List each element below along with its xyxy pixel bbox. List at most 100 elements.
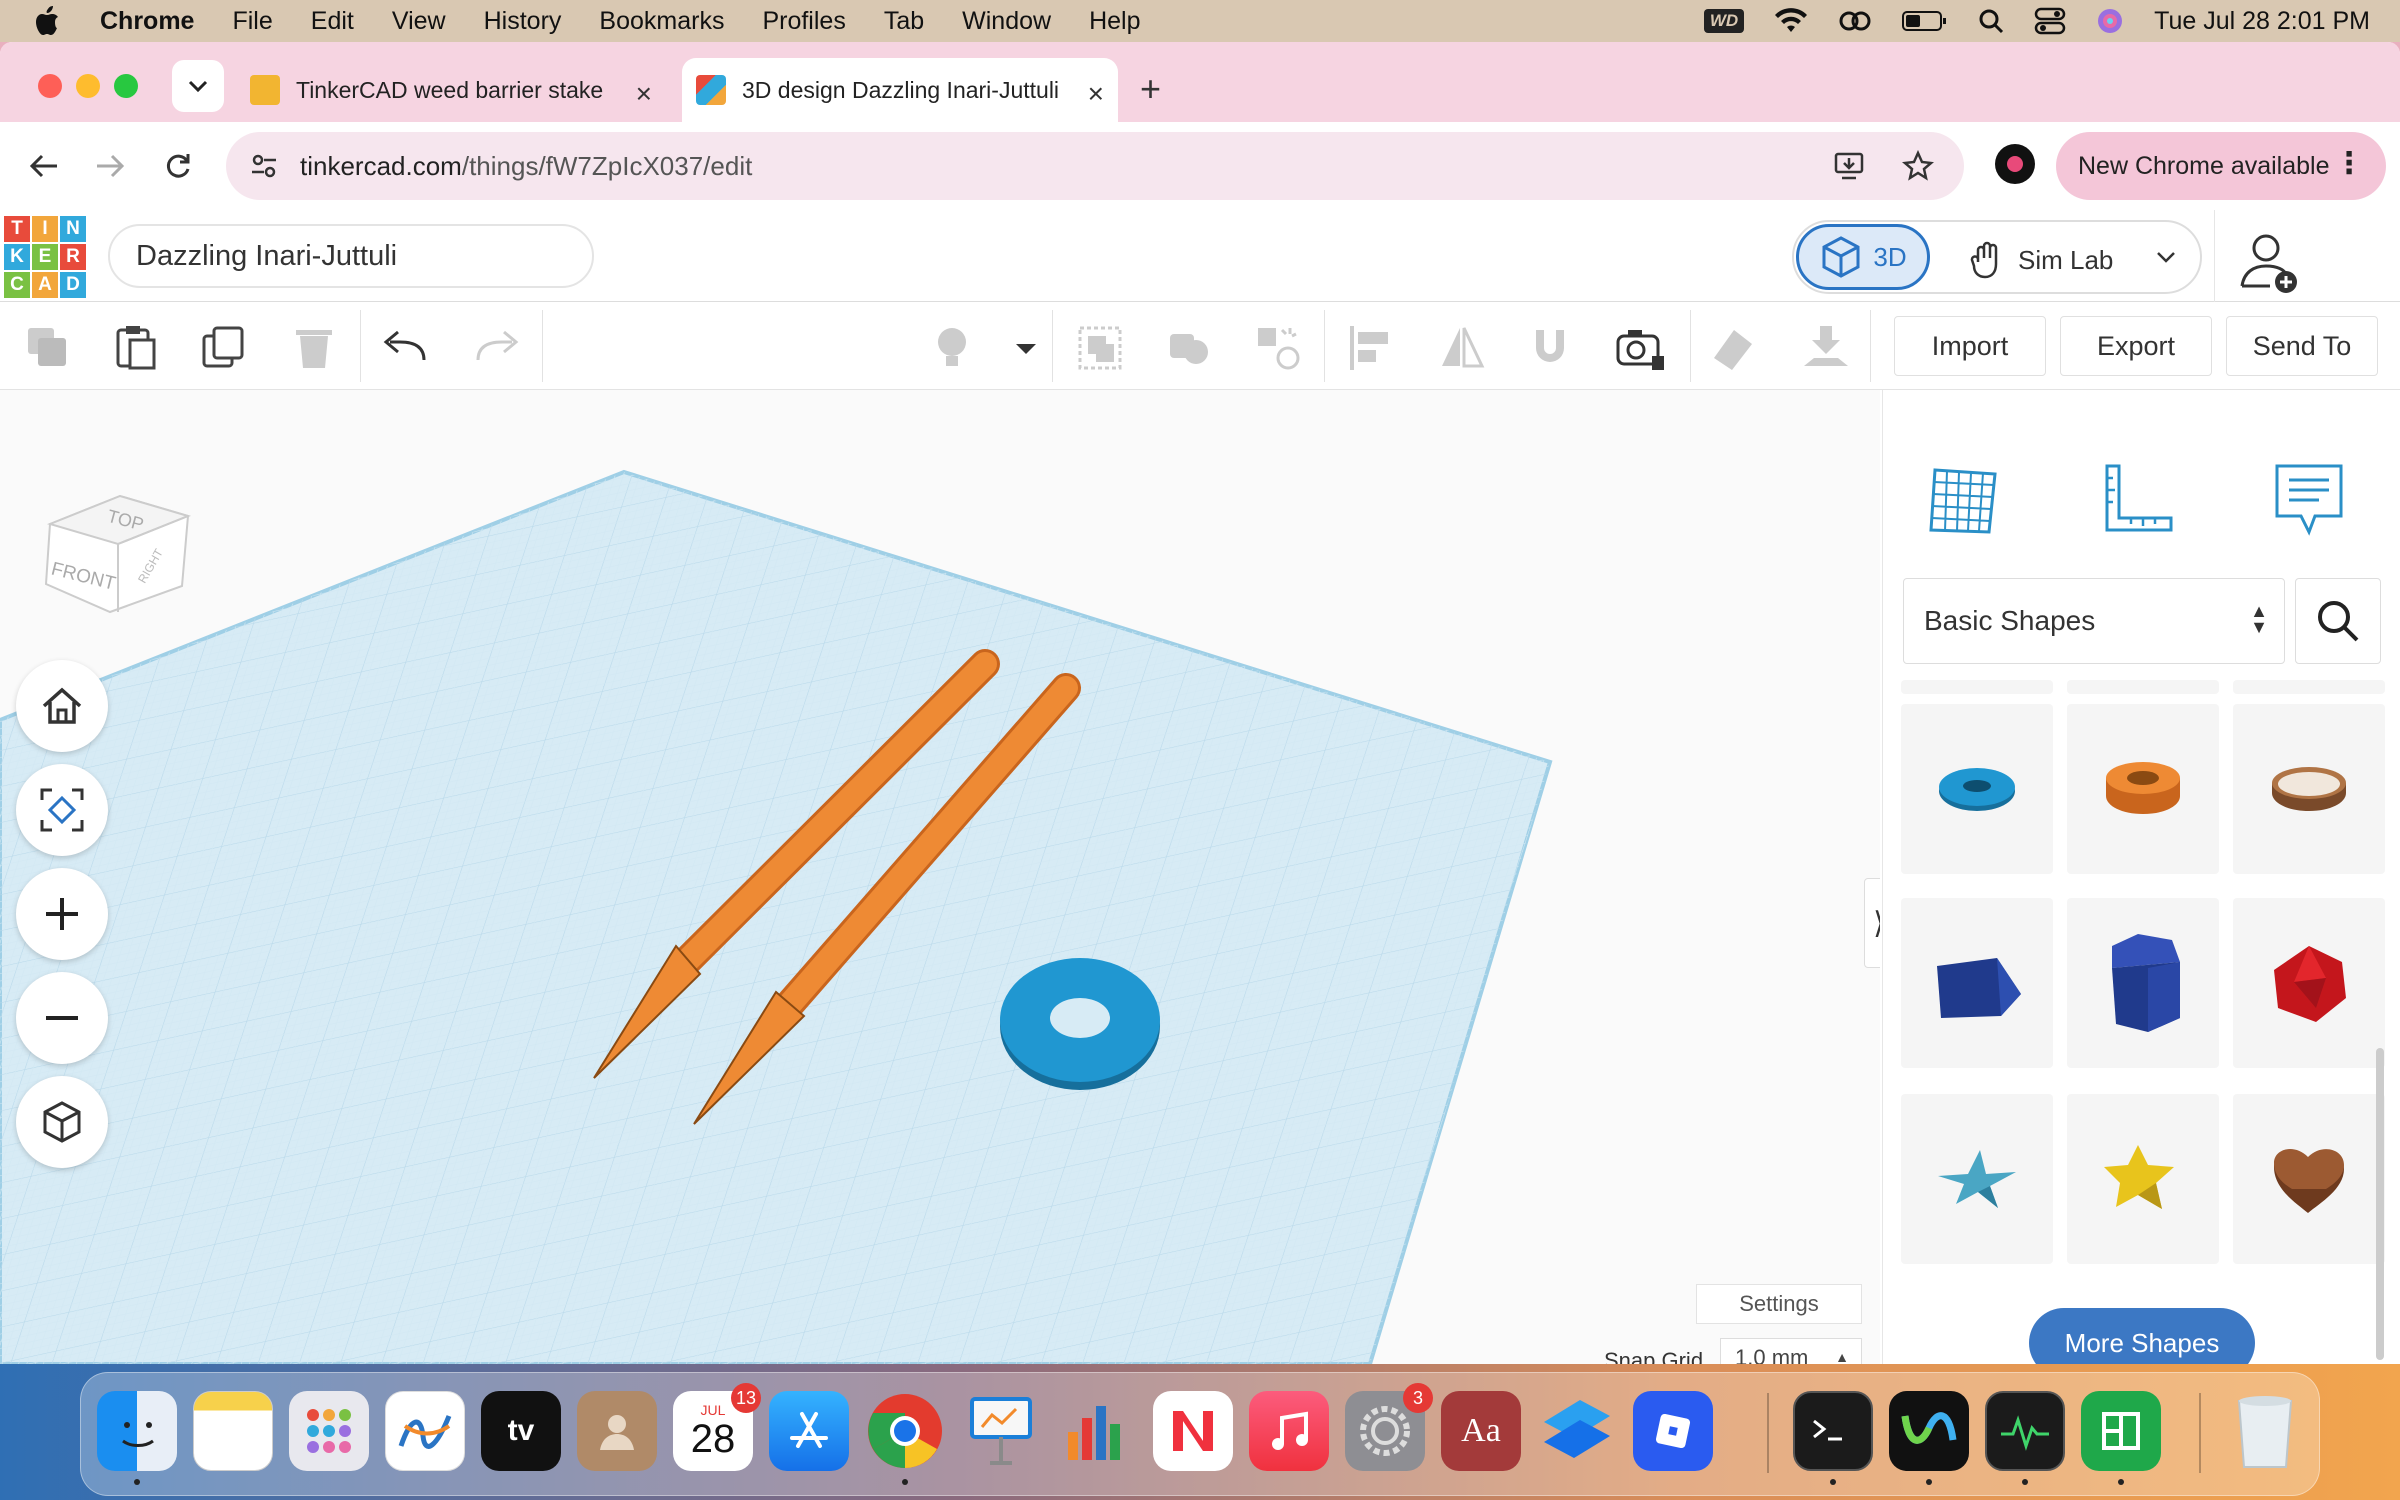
import-button[interactable]: Import [1894, 316, 2046, 376]
cruise-icon[interactable] [1252, 322, 1304, 374]
menubar-clock[interactable]: Tue Jul 28 2:01 PM [2154, 7, 2370, 36]
shape-tube[interactable] [2067, 704, 2219, 874]
microsoft-remote-icon[interactable] [1537, 1391, 1617, 1471]
close-tab-icon[interactable]: × [636, 78, 652, 110]
lightbulb-icon[interactable] [926, 322, 978, 374]
settings-button[interactable]: Settings [1696, 1284, 1862, 1324]
workplane-grid[interactable] [0, 390, 1880, 1364]
menu-bookmarks[interactable]: Bookmarks [599, 7, 724, 36]
wd-drive-icon[interactable]: WD [1703, 9, 1745, 33]
magnet-icon[interactable] [1524, 322, 1576, 374]
app-store-icon[interactable] [769, 1391, 849, 1471]
more-shapes-button[interactable]: More Shapes [2029, 1308, 2255, 1364]
forward-button[interactable] [86, 142, 134, 190]
menu-help[interactable]: Help [1089, 7, 1140, 36]
numbers-icon[interactable] [1057, 1391, 1137, 1471]
siri-icon[interactable] [2096, 7, 2124, 35]
site-info-icon[interactable] [250, 152, 278, 180]
spotlight-search-icon[interactable] [1978, 8, 2004, 34]
keynote-icon[interactable] [961, 1391, 1041, 1471]
back-button[interactable] [20, 142, 68, 190]
install-app-icon[interactable] [1834, 150, 1866, 182]
shape-pentagon-prism[interactable] [2067, 898, 2219, 1068]
launchpad-icon[interactable] [289, 1391, 369, 1471]
menu-app-chrome[interactable]: Chrome [100, 7, 194, 36]
shape-star-teal[interactable] [1901, 1094, 2053, 1264]
shape-tile[interactable] [2233, 680, 2385, 694]
notes-app-icon[interactable] [193, 1391, 273, 1471]
align-icon[interactable] [1346, 322, 1398, 374]
shape-star-yellow[interactable] [2067, 1094, 2219, 1264]
tab-search-button[interactable] [172, 60, 224, 112]
shape-ring[interactable] [2233, 704, 2385, 874]
close-window-button[interactable] [38, 74, 62, 98]
design-name-field[interactable]: Dazzling Inari-Juttuli [108, 224, 594, 288]
torus-shape[interactable] [1000, 958, 1160, 1090]
menu-edit[interactable]: Edit [311, 7, 354, 36]
menu-profiles[interactable]: Profiles [762, 7, 845, 36]
music-icon[interactable] [1249, 1391, 1329, 1471]
workplane-canvas[interactable]: TOP FRONT RIGHT ⟩ Settings Snap Grid 1.0… [0, 390, 1880, 1364]
mode-3d-button[interactable]: 3D [1796, 224, 1930, 290]
trash-icon[interactable] [2225, 1391, 2305, 1471]
undo-icon[interactable] [380, 322, 432, 374]
drop-to-workplane-icon[interactable] [1800, 322, 1852, 374]
terminal-icon[interactable] [1793, 1391, 1873, 1471]
dropdown-arrow-icon[interactable] [1000, 322, 1052, 374]
panel-scrollbar[interactable] [2376, 1048, 2384, 1360]
calendar-icon[interactable]: JUL 28 13 [673, 1383, 761, 1471]
profile-avatar[interactable] [1995, 144, 2035, 184]
shape-torus[interactable] [1901, 704, 2053, 874]
news-icon[interactable] [1153, 1391, 1233, 1471]
shape-tile[interactable] [1901, 680, 2053, 694]
tab-weed-barrier[interactable]: TinkerCAD weed barrier stake × [236, 58, 666, 122]
bookmark-star-icon[interactable] [1902, 150, 1934, 182]
new-chrome-available-button[interactable]: New Chrome available ⋮ [2056, 132, 2386, 200]
delete-icon[interactable] [288, 322, 340, 374]
ruler-icon[interactable] [2097, 460, 2177, 540]
snap-grid-select[interactable]: 1.0 mm ▲ [1720, 1338, 1862, 1364]
reload-button[interactable] [154, 142, 202, 190]
shape-tile[interactable] [2067, 680, 2219, 694]
paste-icon[interactable] [110, 322, 162, 374]
shape-heart[interactable] [2233, 1094, 2385, 1264]
menu-file[interactable]: File [232, 7, 272, 36]
view-cube[interactable]: TOP FRONT RIGHT [36, 482, 196, 642]
home-view-button[interactable] [16, 660, 108, 752]
fit-view-button[interactable] [16, 764, 108, 856]
tab-3d-design[interactable]: 3D design Dazzling Inari-Juttuli × [682, 58, 1118, 122]
notes-icon[interactable] [2269, 460, 2349, 540]
mirror-icon[interactable] [1436, 322, 1488, 374]
workplane-note-icon[interactable] [1708, 322, 1760, 374]
roblox-icon[interactable] [1633, 1391, 1713, 1471]
shape-wedge[interactable] [1901, 898, 2053, 1068]
menu-view[interactable]: View [392, 7, 446, 36]
battery-icon[interactable] [1902, 9, 1948, 33]
wifi-icon[interactable] [1774, 8, 1808, 34]
projection-toggle-button[interactable] [16, 1076, 108, 1168]
zoom-out-button[interactable] [16, 972, 108, 1064]
ungroup-icon[interactable] [1164, 322, 1216, 374]
collapse-panel-button[interactable]: ⟩ [1864, 878, 1880, 968]
send-to-button[interactable]: Send To [2226, 316, 2378, 376]
chevron-down-icon[interactable] [2156, 244, 2176, 270]
shape-icosahedron[interactable] [2233, 898, 2385, 1068]
zoom-in-button[interactable] [16, 868, 108, 960]
new-tab-button[interactable]: + [1140, 68, 1161, 110]
close-tab-icon[interactable]: × [1088, 78, 1104, 110]
add-user-icon[interactable] [2236, 228, 2306, 298]
shape-search-button[interactable] [2295, 578, 2381, 664]
shape-category-select[interactable]: Basic Shapes ▲ ▼ [1903, 578, 2285, 664]
apple-menu-icon[interactable] [34, 0, 70, 42]
apple-tv-icon[interactable]: tv [481, 1391, 561, 1471]
minimize-window-button[interactable] [76, 74, 100, 98]
workplane-grid-icon[interactable] [1925, 460, 2005, 540]
freeform-icon[interactable] [385, 1391, 465, 1471]
ruler-camera-icon[interactable] [1614, 322, 1666, 374]
menu-history[interactable]: History [484, 7, 562, 36]
system-settings-icon[interactable]: 3 [1345, 1383, 1433, 1471]
creative-cloud-icon[interactable] [1838, 9, 1872, 33]
dictionary-icon[interactable]: Aa [1441, 1391, 1521, 1471]
webex-icon[interactable] [1889, 1391, 1969, 1471]
group-icon[interactable] [1074, 322, 1126, 374]
